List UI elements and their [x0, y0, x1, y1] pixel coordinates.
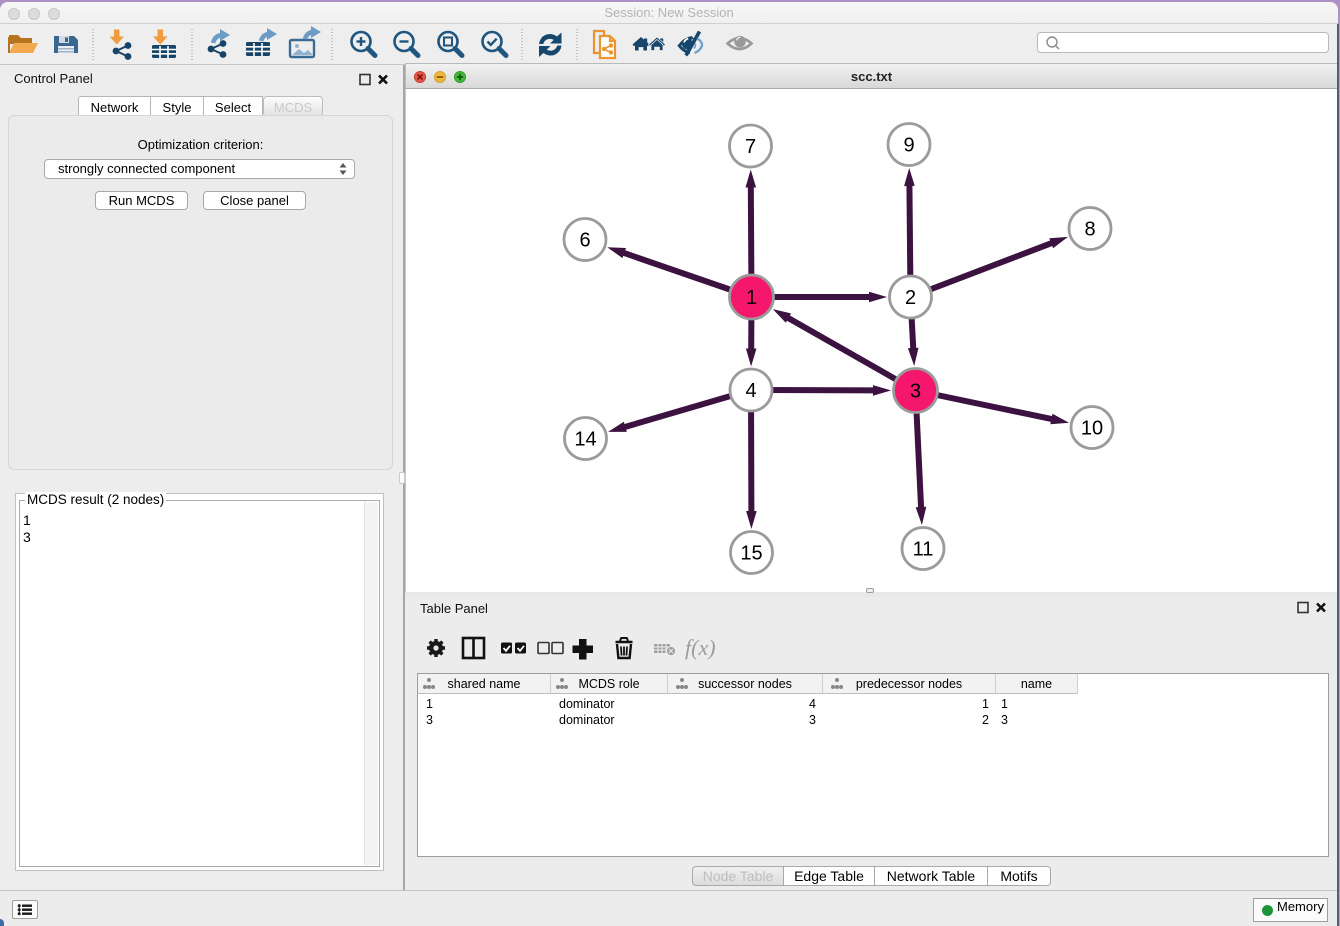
svg-text:2: 2 — [905, 287, 916, 309]
svg-text:3: 3 — [910, 381, 921, 403]
svg-text:6: 6 — [579, 230, 590, 252]
svg-text:8: 8 — [1084, 219, 1095, 241]
svg-text:f(x): f(x) — [685, 635, 716, 660]
svg-text:7: 7 — [745, 136, 756, 158]
svg-text:9: 9 — [903, 135, 914, 157]
svg-text:11: 11 — [913, 539, 934, 561]
svg-text:4: 4 — [745, 380, 756, 402]
svg-text:10: 10 — [1081, 418, 1103, 440]
svg-text:14: 14 — [574, 429, 596, 451]
svg-text:15: 15 — [740, 543, 762, 565]
svg-text:1: 1 — [746, 287, 757, 309]
